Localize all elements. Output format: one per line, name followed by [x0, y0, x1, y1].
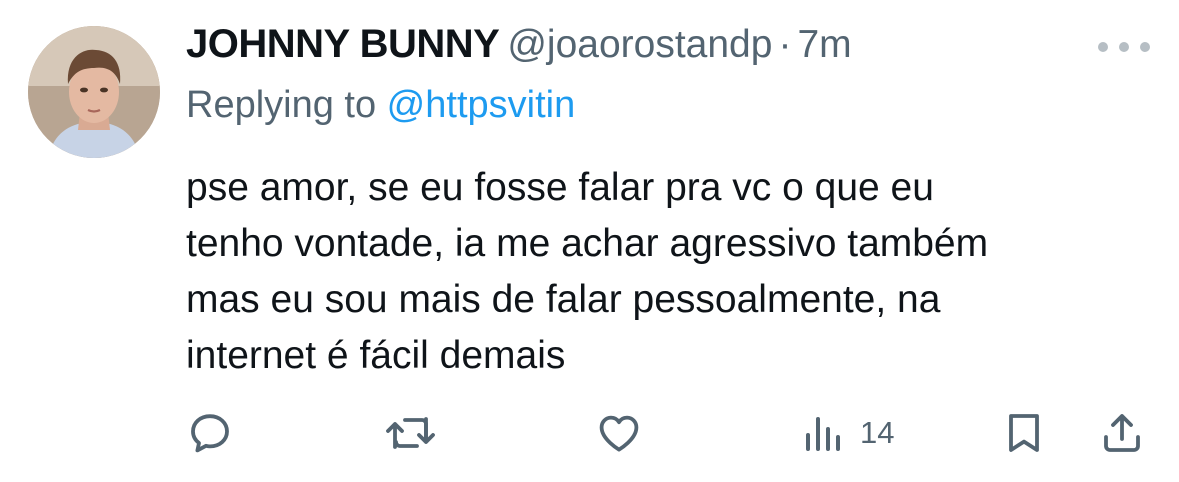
more-dot [1140, 42, 1150, 52]
heart-icon [599, 415, 639, 452]
more-horizontal-icon[interactable] [1098, 40, 1150, 54]
views-button[interactable]: 14 [800, 405, 894, 461]
share-button[interactable] [1098, 405, 1146, 461]
tweet[interactable]: JOHNNY BUNNY @joaorostandp · 7m Replying to… [0, 0, 1179, 482]
tweet-text-line: mas eu sou mais de falar pessoalmente, n… [186, 278, 941, 321]
tweet-text: pse amor, se eu fosse falar pra vc o que… [186, 160, 988, 384]
tweet-text-line: pse amor, se eu fosse falar pra vc o que… [186, 166, 934, 209]
more-dot [1098, 42, 1108, 52]
like-button[interactable] [594, 405, 644, 461]
display-name[interactable]: JOHNNY BUNNY [186, 22, 500, 66]
reply-bubble-icon [191, 414, 229, 453]
replying-to: Replying to @httpsvitin [186, 84, 575, 127]
retweet-icon [386, 417, 435, 449]
tweet-header: JOHNNY BUNNY @joaorostandp · 7m [186, 22, 852, 67]
action-bar: 14 [0, 405, 1179, 465]
share-upload-icon [1104, 414, 1140, 452]
avatar[interactable] [28, 26, 160, 158]
views-count: 14 [860, 415, 895, 450]
reply-mention-link[interactable]: @httpsvitin [387, 84, 576, 126]
views-bar-chart-icon [806, 417, 840, 451]
timestamp[interactable]: 7m [797, 23, 851, 66]
retweet-button[interactable] [383, 405, 439, 461]
tweet-text-line: tenho vontade, ia me achar agressivo tam… [186, 222, 989, 265]
replying-prefix: Replying to [186, 84, 387, 126]
separator-dot: · [778, 23, 792, 66]
avatar-photo [28, 26, 160, 158]
bookmark-icon [1009, 414, 1039, 452]
more-dot [1119, 42, 1129, 52]
tweet-text-line: internet é fácil demais [186, 334, 566, 377]
bookmark-button[interactable] [1000, 405, 1048, 461]
reply-button[interactable] [186, 405, 234, 461]
user-handle[interactable]: @joaorostandp [507, 23, 772, 66]
